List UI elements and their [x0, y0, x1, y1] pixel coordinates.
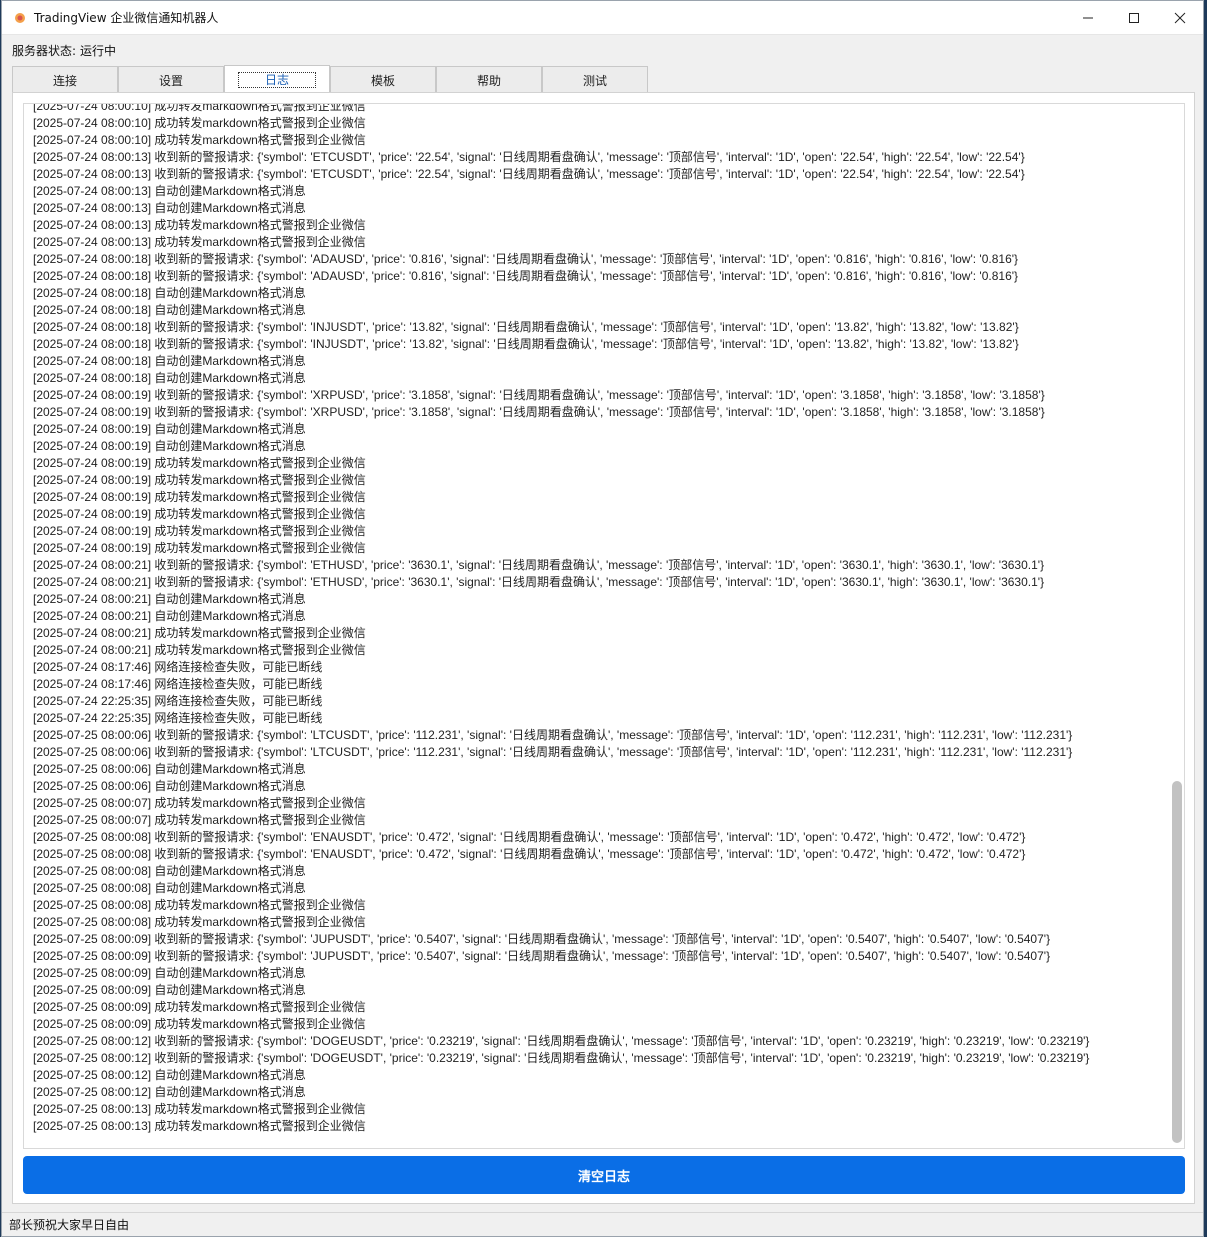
log-line: [2025-07-24 08:00:18] 自动创建Markdown格式消息: [33, 303, 306, 317]
log-line: [2025-07-25 08:00:08] 自动创建Markdown格式消息: [33, 881, 306, 895]
log-line: [2025-07-24 08:00:21] 自动创建Markdown格式消息: [33, 592, 306, 606]
tab-settings[interactable]: 设置: [118, 66, 224, 93]
close-icon[interactable]: [1157, 1, 1203, 35]
log-line: [2025-07-24 08:00:21] 收到新的警报请求: {'symbol…: [33, 558, 1045, 572]
scrollbar-thumb[interactable]: [1172, 781, 1182, 1143]
tab-label: 测试: [582, 73, 607, 88]
log-line: [2025-07-25 08:00:12] 收到新的警报请求: {'symbol…: [33, 1051, 1090, 1065]
tab-bar: 连接 设置 日志 模板 帮助 测试: [12, 65, 648, 93]
tab-help[interactable]: 帮助: [436, 66, 542, 93]
maximize-icon[interactable]: [1111, 1, 1157, 35]
log-line: [2025-07-24 08:00:18] 自动创建Markdown格式消息: [33, 354, 306, 368]
log-line: [2025-07-25 08:00:08] 收到新的警报请求: {'symbol…: [33, 847, 1026, 861]
log-line: [2025-07-24 08:00:21] 成功转发markdown格式警报到企…: [33, 643, 366, 657]
log-line: [2025-07-25 08:00:09] 自动创建Markdown格式消息: [33, 983, 306, 997]
log-line: [2025-07-24 08:00:18] 自动创建Markdown格式消息: [33, 371, 306, 385]
tab-label: 连接: [52, 73, 77, 88]
log-line: [2025-07-24 08:00:13] 成功转发markdown格式警报到企…: [33, 235, 366, 249]
log-line: [2025-07-24 08:00:19] 成功转发markdown格式警报到企…: [33, 490, 366, 504]
status-bar: 部长预祝大家早日自由: [2, 1212, 1203, 1236]
window-title: TradingView 企业微信通知机器人: [34, 11, 219, 25]
log-line: [2025-07-24 08:00:19] 收到新的警报请求: {'symbol…: [33, 388, 1045, 402]
log-line: [2025-07-25 08:00:08] 自动创建Markdown格式消息: [33, 864, 306, 878]
log-line: [2025-07-24 08:00:10] 成功转发markdown格式警报到企…: [33, 116, 366, 130]
log-line: [2025-07-25 08:00:07] 成功转发markdown格式警报到企…: [33, 813, 366, 827]
log-scrollbar[interactable]: [1170, 106, 1182, 1146]
log-line: [2025-07-25 08:00:08] 成功转发markdown格式警报到企…: [33, 898, 366, 912]
log-line: [2025-07-25 08:00:06] 自动创建Markdown格式消息: [33, 762, 306, 776]
log-line: [2025-07-24 08:00:19] 自动创建Markdown格式消息: [33, 439, 306, 453]
log-line: [2025-07-25 08:00:08] 成功转发markdown格式警报到企…: [33, 915, 366, 929]
tab-label: 模板: [370, 73, 395, 88]
log-line: [2025-07-25 08:00:12] 收到新的警报请求: {'symbol…: [33, 1034, 1090, 1048]
tab-test[interactable]: 测试: [542, 66, 648, 93]
minimize-icon[interactable]: [1065, 1, 1111, 35]
log-line: [2025-07-24 08:00:13] 成功转发markdown格式警报到企…: [33, 218, 366, 232]
log-line: [2025-07-25 08:00:09] 自动创建Markdown格式消息: [33, 966, 306, 980]
server-status-value: 运行中: [80, 44, 117, 58]
log-line: [2025-07-25 08:00:12] 自动创建Markdown格式消息: [33, 1068, 306, 1082]
title-bar: TradingView 企业微信通知机器人: [2, 1, 1203, 35]
log-line: [2025-07-24 08:00:10] 成功转发markdown格式警报到企…: [33, 103, 366, 113]
log-panel: [2025-07-24 08:00:10] 成功转发markdown格式警报到企…: [12, 92, 1195, 1204]
log-line: [2025-07-25 08:00:09] 成功转发markdown格式警报到企…: [33, 1017, 366, 1031]
log-line: [2025-07-24 08:17:46] 网络连接检查失败，可能已断线: [33, 677, 323, 691]
log-line: [2025-07-25 08:00:07] 成功转发markdown格式警报到企…: [33, 796, 366, 810]
log-line: [2025-07-24 08:00:13] 收到新的警报请求: {'symbol…: [33, 150, 1025, 164]
tab-label: 日志: [237, 71, 316, 88]
tab-label: 设置: [158, 73, 183, 88]
log-line: [2025-07-25 08:00:08] 收到新的警报请求: {'symbol…: [33, 830, 1026, 844]
server-status: 服务器状态: 运行中: [12, 42, 116, 59]
log-line: [2025-07-24 08:00:19] 成功转发markdown格式警报到企…: [33, 456, 366, 470]
log-line: [2025-07-24 08:00:19] 成功转发markdown格式警报到企…: [33, 507, 366, 521]
log-line: [2025-07-24 08:00:18] 收到新的警报请求: {'symbol…: [33, 337, 1019, 351]
log-line: [2025-07-24 08:00:21] 自动创建Markdown格式消息: [33, 609, 306, 623]
log-line: [2025-07-24 08:00:18] 收到新的警报请求: {'symbol…: [33, 320, 1019, 334]
tab-templates[interactable]: 模板: [330, 66, 436, 93]
app-logo-icon: [12, 10, 28, 26]
log-textarea[interactable]: [2025-07-24 08:00:10] 成功转发markdown格式警报到企…: [23, 103, 1185, 1149]
log-line: [2025-07-24 22:25:35] 网络连接检查失败，可能已断线: [33, 694, 323, 708]
log-line: [2025-07-25 08:00:06] 收到新的警报请求: {'symbol…: [33, 728, 1073, 742]
log-line: [2025-07-24 08:00:21] 成功转发markdown格式警报到企…: [33, 626, 366, 640]
status-bar-text: 部长预祝大家早日自由: [9, 1218, 130, 1232]
log-line: [2025-07-25 08:00:09] 收到新的警报请求: {'symbol…: [33, 949, 1051, 963]
log-line: [2025-07-24 08:00:13] 收到新的警报请求: {'symbol…: [33, 167, 1025, 181]
log-line: [2025-07-25 08:00:12] 自动创建Markdown格式消息: [33, 1085, 306, 1099]
log-line: [2025-07-25 08:00:13] 成功转发markdown格式警报到企…: [33, 1119, 366, 1133]
window-controls: [1065, 1, 1203, 35]
log-line: [2025-07-24 08:00:19] 成功转发markdown格式警报到企…: [33, 524, 366, 538]
log-line: [2025-07-25 08:00:06] 自动创建Markdown格式消息: [33, 779, 306, 793]
tab-label: 帮助: [476, 73, 501, 88]
log-lines: [2025-07-24 08:00:10] 成功转发markdown格式警报到企…: [33, 103, 1164, 1135]
log-line: [2025-07-24 22:25:35] 网络连接检查失败，可能已断线: [33, 711, 323, 725]
log-line: [2025-07-24 08:00:19] 自动创建Markdown格式消息: [33, 422, 306, 436]
log-line: [2025-07-24 08:00:19] 收到新的警报请求: {'symbol…: [33, 405, 1045, 419]
log-line: [2025-07-24 08:00:19] 成功转发markdown格式警报到企…: [33, 541, 366, 555]
clear-log-button[interactable]: 清空日志: [23, 1156, 1185, 1194]
server-status-label: 服务器状态:: [12, 44, 77, 58]
log-line: [2025-07-24 08:00:13] 自动创建Markdown格式消息: [33, 184, 306, 198]
tab-log[interactable]: 日志: [224, 65, 330, 93]
log-line: [2025-07-25 08:00:09] 收到新的警报请求: {'symbol…: [33, 932, 1051, 946]
log-line: [2025-07-24 08:00:21] 收到新的警报请求: {'symbol…: [33, 575, 1045, 589]
log-line: [2025-07-24 08:17:46] 网络连接检查失败，可能已断线: [33, 660, 323, 674]
log-line: [2025-07-24 08:00:13] 自动创建Markdown格式消息: [33, 201, 306, 215]
app-window: TradingView 企业微信通知机器人 服务器状态: 运行中 连接 设置 日…: [1, 0, 1204, 1237]
log-line: [2025-07-24 08:00:19] 成功转发markdown格式警报到企…: [33, 473, 366, 487]
log-line: [2025-07-25 08:00:06] 收到新的警报请求: {'symbol…: [33, 745, 1073, 759]
log-line: [2025-07-25 08:00:13] 成功转发markdown格式警报到企…: [33, 1102, 366, 1116]
log-line: [2025-07-24 08:00:18] 收到新的警报请求: {'symbol…: [33, 252, 1019, 266]
tab-connect[interactable]: 连接: [12, 66, 118, 93]
log-line: [2025-07-25 08:00:09] 成功转发markdown格式警报到企…: [33, 1000, 366, 1014]
log-line: [2025-07-24 08:00:18] 收到新的警报请求: {'symbol…: [33, 269, 1019, 283]
log-line: [2025-07-24 08:00:10] 成功转发markdown格式警报到企…: [33, 133, 366, 147]
log-line: [2025-07-24 08:00:18] 自动创建Markdown格式消息: [33, 286, 306, 300]
